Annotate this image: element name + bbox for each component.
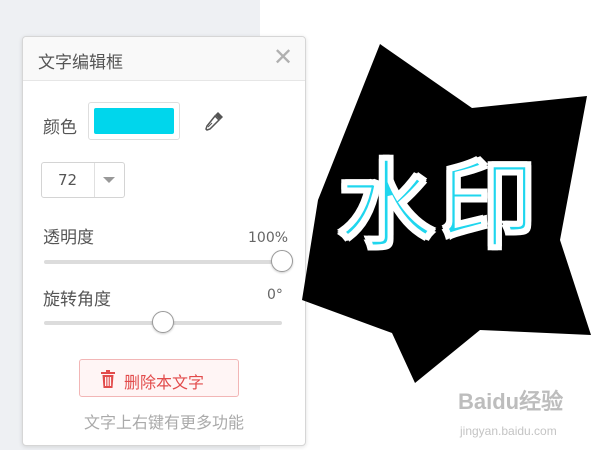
eyedropper-icon[interactable] xyxy=(203,110,225,132)
rotation-label: 旋转角度 xyxy=(43,290,111,310)
font-size-select[interactable]: 72 xyxy=(41,162,125,198)
editing-canvas[interactable]: 水印 xyxy=(260,0,600,450)
select-divider xyxy=(94,163,95,197)
color-picker-button[interactable] xyxy=(88,102,180,140)
color-swatch xyxy=(94,108,174,134)
opacity-label: 透明度 xyxy=(43,228,94,248)
chevron-down-icon xyxy=(103,177,115,183)
delete-text-button[interactable]: 删除本文字 xyxy=(79,359,239,397)
panel-title: 文字编辑框 xyxy=(38,53,123,73)
trash-icon xyxy=(101,370,115,388)
font-size-value: 72 xyxy=(58,171,78,189)
rotation-slider-thumb[interactable] xyxy=(152,311,174,333)
watermark-text[interactable]: 水印 xyxy=(337,157,542,255)
logo-url: jingyan.baidu.com xyxy=(460,424,557,438)
color-label: 颜色 xyxy=(43,118,77,138)
opacity-slider[interactable] xyxy=(44,250,293,272)
delete-button-label: 删除本文字 xyxy=(124,373,205,392)
baidu-jingyan-logo: Baidu经验 xyxy=(458,389,564,414)
rotation-slider[interactable] xyxy=(44,311,282,333)
